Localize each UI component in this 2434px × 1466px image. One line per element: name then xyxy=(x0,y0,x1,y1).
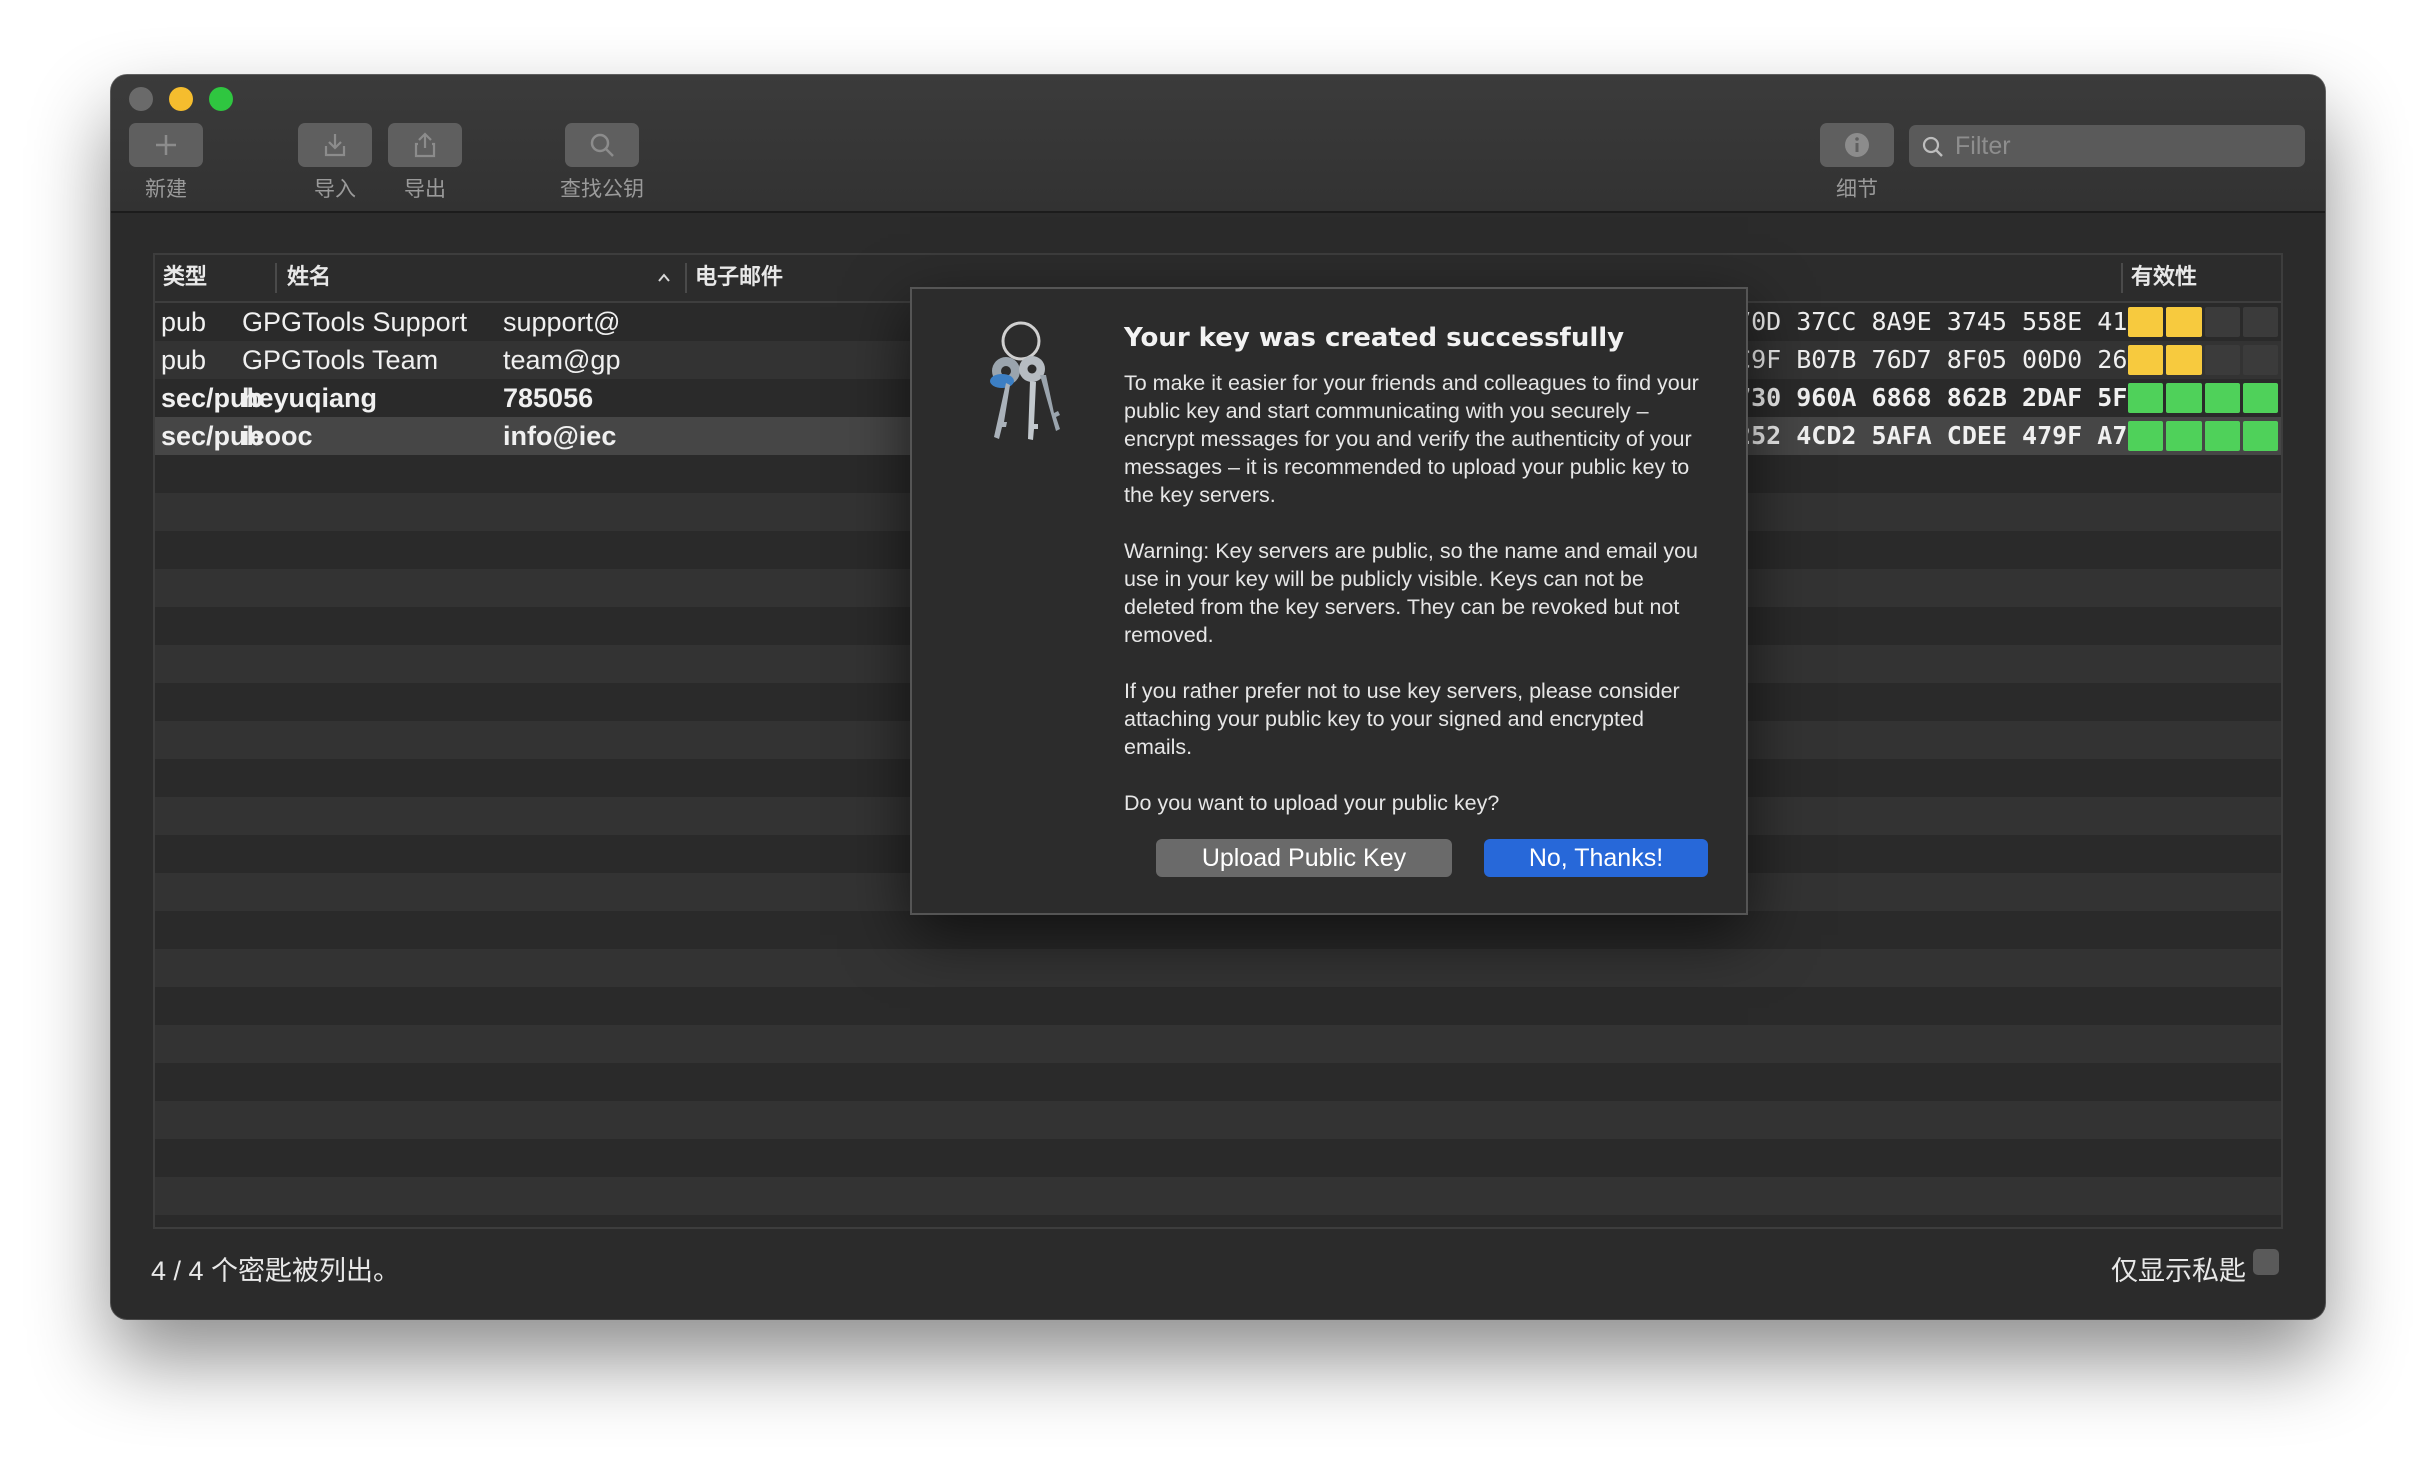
empty-row xyxy=(155,1063,2281,1101)
dialog-title: Your key was created successfully xyxy=(1124,323,1625,353)
key-name: GPGTools Support xyxy=(242,307,468,337)
empty-row xyxy=(155,1139,2281,1177)
key-type: pub xyxy=(161,345,207,375)
validity-segment xyxy=(2128,345,2164,375)
empty-row xyxy=(155,1215,2281,1227)
key-email: support@ xyxy=(503,307,621,337)
export-label: 导出 xyxy=(404,177,446,201)
dialog-paragraph-alternative: If you rather prefer not to use key serv… xyxy=(1124,679,1680,759)
plus-icon xyxy=(156,135,176,155)
validity-meter xyxy=(2128,421,2278,451)
validity-segment xyxy=(2128,383,2164,413)
column-divider xyxy=(275,263,277,293)
key-name: GPGTools Team xyxy=(242,345,439,375)
empty-row xyxy=(155,1101,2281,1139)
validity-segment xyxy=(2204,383,2240,413)
column-header-name[interactable]: 姓名 xyxy=(287,255,331,301)
import-button[interactable]: 导入 xyxy=(298,123,372,203)
dialog-paragraph-intro: To make it easier for your friends and c… xyxy=(1124,371,1699,507)
validity-segment xyxy=(2242,421,2278,451)
empty-row xyxy=(155,987,2281,1025)
zoom-window-button[interactable] xyxy=(209,87,233,111)
key-fingerprint: 1730 960A 6868 862B 2DAF 5F7A xyxy=(1721,383,2158,412)
key-created-dialog: Your key was created successfully To mak… xyxy=(910,287,1748,915)
validity-segment xyxy=(2204,345,2240,375)
dialog-question: Do you want to upload your public key? xyxy=(1124,791,1500,815)
key-email: 785056 xyxy=(503,383,594,413)
validity-segment xyxy=(2204,307,2240,337)
share-icon xyxy=(414,132,436,158)
key-email: team@gp xyxy=(503,345,621,375)
column-divider xyxy=(685,263,687,293)
validity-segment xyxy=(2166,383,2202,413)
validity-meter xyxy=(2128,307,2278,337)
search-icon xyxy=(590,133,614,157)
column-header-type[interactable]: 类型 xyxy=(163,255,207,301)
new-key-label: 新建 xyxy=(145,177,187,201)
column-header-validity[interactable]: 有效性 xyxy=(2131,255,2197,301)
key-name: ieooc xyxy=(242,421,313,451)
close-window-button[interactable] xyxy=(129,87,153,111)
key-fingerprint: EC9F B07B 76D7 8F05 00D0 26C4 xyxy=(1721,345,2158,374)
validity-meter xyxy=(2128,383,2278,413)
empty-row xyxy=(155,1025,2281,1063)
validity-segment xyxy=(2128,421,2164,451)
info-icon xyxy=(1845,133,1869,157)
validity-segment xyxy=(2166,307,2202,337)
validity-segment xyxy=(2128,307,2164,337)
search-icon xyxy=(1922,136,1943,157)
export-button[interactable]: 导出 xyxy=(388,123,462,203)
validity-segment xyxy=(2204,421,2240,451)
validity-segment xyxy=(2166,421,2202,451)
column-header-email[interactable]: 电子邮件 xyxy=(695,255,783,301)
toolbar: 新建 导入 导出 查找公钥 细节 xyxy=(111,75,2325,213)
validity-segment xyxy=(2242,383,2278,413)
import-label: 导入 xyxy=(314,177,356,201)
new-key-button[interactable]: 新建 xyxy=(129,123,203,203)
details-button[interactable]: 细节 xyxy=(1820,123,1894,203)
key-type: pub xyxy=(161,307,207,337)
details-label: 细节 xyxy=(1836,177,1878,201)
validity-segment xyxy=(2242,307,2278,337)
empty-row xyxy=(155,949,2281,987)
filter-input[interactable] xyxy=(1909,125,2305,167)
column-divider xyxy=(2121,263,2123,293)
chevron-up-icon xyxy=(658,273,670,282)
validity-meter xyxy=(2128,345,2278,375)
minimize-window-button[interactable] xyxy=(169,87,193,111)
no-thanks-button[interactable]: No, Thanks! xyxy=(1484,839,1708,877)
lookup-key-label: 查找公钥 xyxy=(560,177,644,201)
empty-row xyxy=(155,911,2281,949)
validity-segment xyxy=(2242,345,2278,375)
validity-segment xyxy=(2166,345,2202,375)
key-name: heyuqiang xyxy=(242,383,378,413)
key-fingerprint: 970D 37CC 8A9E 3745 558E 41AF xyxy=(1721,307,2158,336)
private-only-label: 仅显示私匙 xyxy=(2111,1256,2246,1287)
empty-row xyxy=(155,1177,2281,1215)
gpg-keychain-window: 新建 导入 导出 查找公钥 细节 Filter 类型 姓名 电子邮件 有效性 p… xyxy=(111,75,2325,1319)
import-icon xyxy=(324,134,346,157)
private-only-checkbox[interactable] xyxy=(2253,1249,2279,1275)
key-email: info@iec xyxy=(503,421,617,451)
dialog-paragraph-warning: Warning: Key servers are public, so the … xyxy=(1124,539,1699,647)
keys-icon xyxy=(990,321,1060,440)
key-count-status: 4 / 4 个密匙被列出。 xyxy=(151,1256,401,1286)
key-fingerprint: 1252 4CD2 5AFA CDEE 479F A719 xyxy=(1721,421,2158,450)
lookup-key-button[interactable]: 查找公钥 xyxy=(560,123,644,203)
upload-public-key-button[interactable]: Upload Public Key xyxy=(1156,839,1452,877)
